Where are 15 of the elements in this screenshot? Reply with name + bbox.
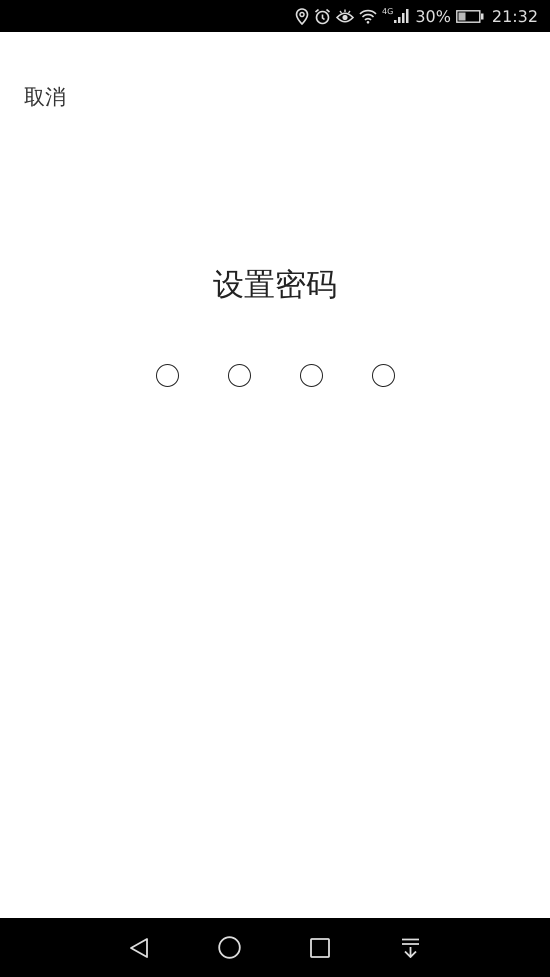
signal-icon (394, 9, 410, 23)
recents-icon[interactable] (310, 938, 330, 958)
home-icon[interactable] (218, 936, 241, 959)
alarm-icon (314, 8, 332, 24)
wifi-icon (359, 8, 378, 24)
page-title: 设置密码 (212, 266, 338, 305)
back-icon[interactable] (129, 936, 149, 958)
clock-time: 21:32 (492, 6, 538, 26)
location-icon (295, 8, 310, 24)
eye-icon (336, 8, 354, 24)
network-type: 4G (382, 7, 394, 16)
notification-pull-down-icon[interactable] (401, 938, 420, 958)
battery-icon (456, 10, 484, 22)
battery-percentage: 30% (415, 6, 451, 26)
cancel-link[interactable]: 取消 (24, 83, 66, 111)
